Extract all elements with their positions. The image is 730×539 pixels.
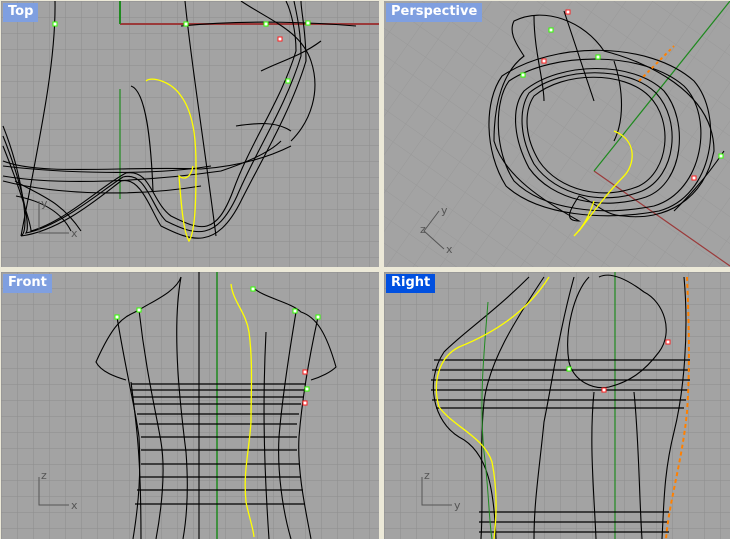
viewport-right[interactable]: z y Right: [384, 272, 730, 539]
svg-text:z: z: [420, 223, 426, 236]
viewport-label-right[interactable]: Right: [386, 274, 436, 293]
right-view-canvas[interactable]: z y: [384, 272, 730, 539]
viewport-label-perspective[interactable]: Perspective: [386, 3, 483, 22]
viewport-front[interactable]: z x Front: [1, 272, 379, 539]
svg-text:z: z: [41, 469, 47, 482]
viewport-label-top[interactable]: Top: [3, 3, 39, 22]
svg-text:x: x: [71, 499, 78, 512]
perspective-view-canvas[interactable]: y z x: [384, 1, 730, 267]
svg-text:y: y: [454, 499, 461, 512]
top-view-canvas[interactable]: y x: [1, 1, 379, 267]
viewport-perspective[interactable]: y z x Perspective: [384, 1, 730, 267]
svg-text:x: x: [71, 227, 78, 240]
svg-text:x: x: [446, 243, 453, 256]
viewport-top[interactable]: y x Top: [1, 1, 379, 267]
svg-text:z: z: [424, 469, 430, 482]
front-view-canvas[interactable]: z x: [1, 272, 379, 539]
svg-text:y: y: [441, 204, 448, 217]
svg-text:y: y: [41, 197, 48, 210]
viewport-label-front[interactable]: Front: [3, 274, 52, 293]
